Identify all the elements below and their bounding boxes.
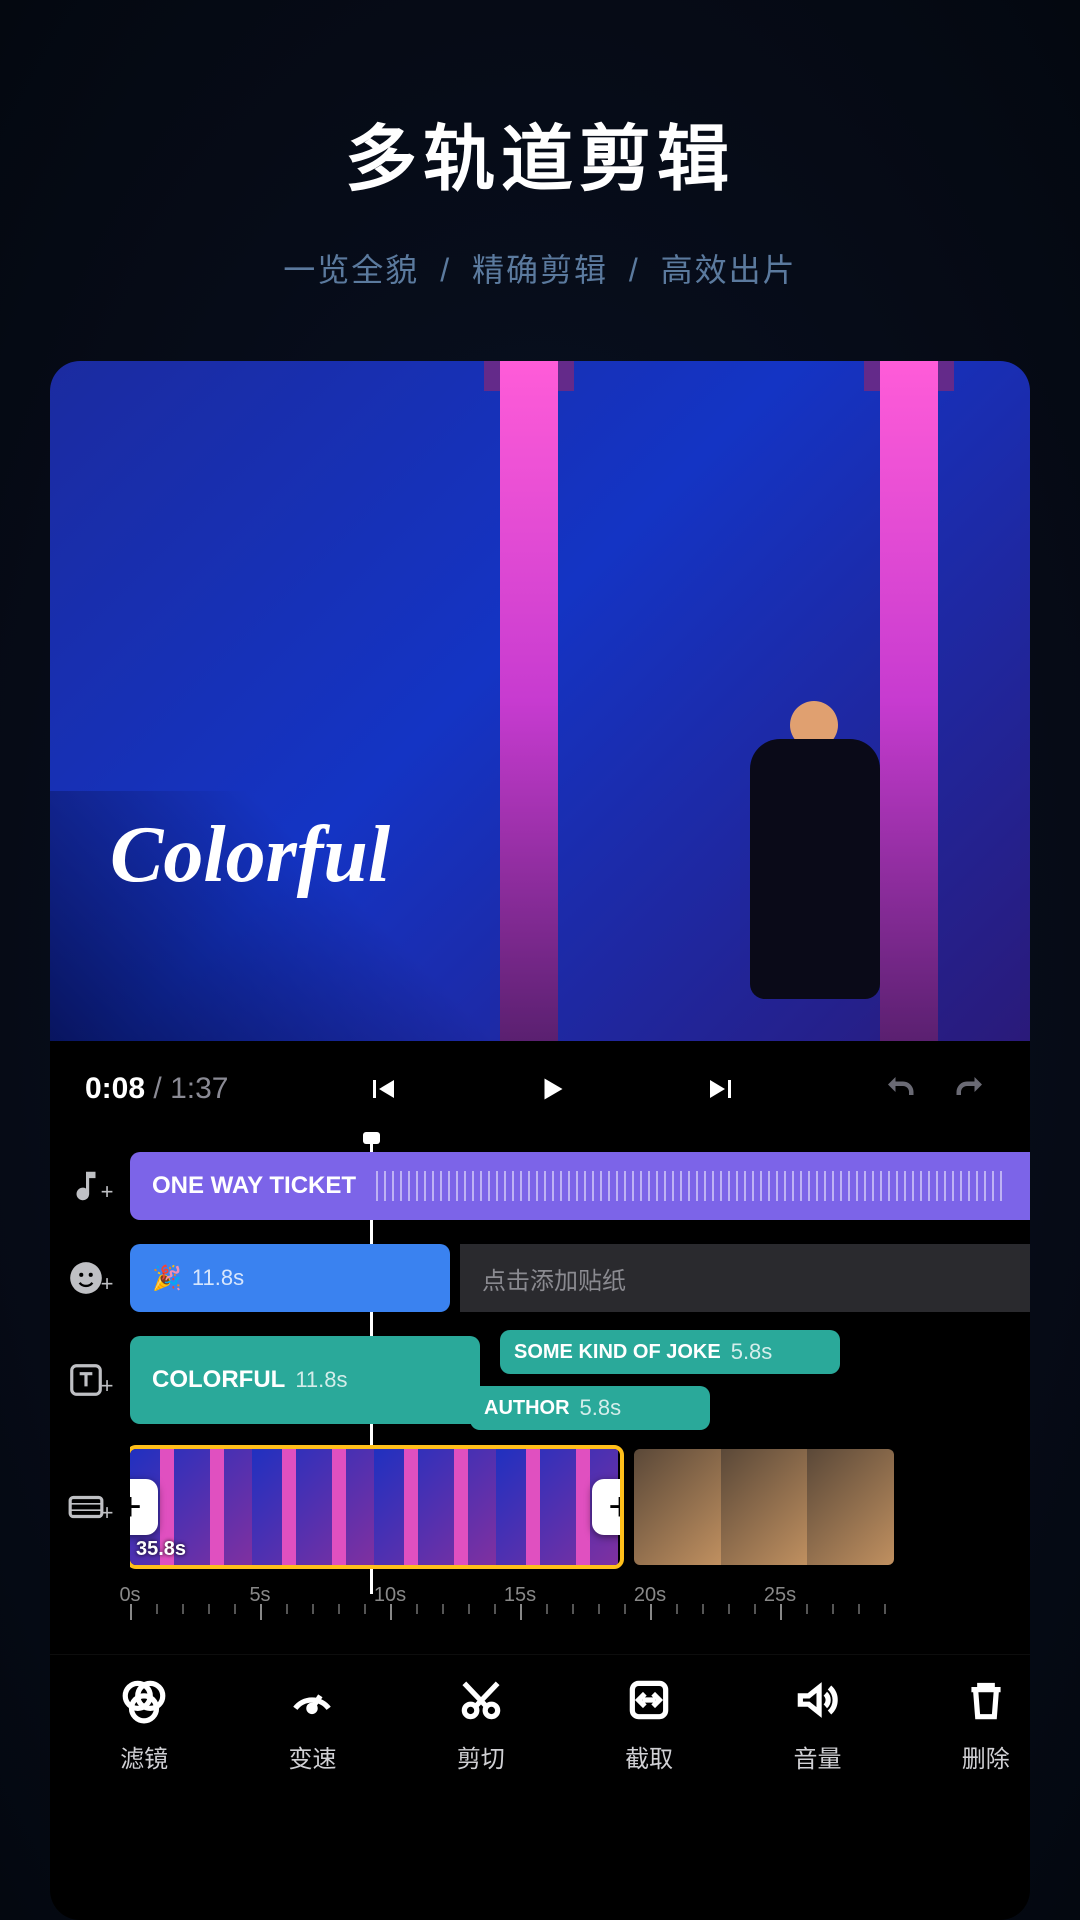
ruler-label: 0s <box>119 1584 140 1607</box>
bottom-toolbar: 滤镜 变速 剪切 截取 音量 删除 <box>50 1654 1030 1804</box>
video-clip-2[interactable] <box>634 1449 894 1565</box>
text-duration: 11.8s <box>295 1367 347 1393</box>
next-button[interactable] <box>697 1064 747 1114</box>
volume-icon <box>792 1675 842 1725</box>
hero-sub-3: 高效出片 <box>661 252 797 288</box>
text-track: + COLORFUL 11.8s SOME KIND OF JOKE 5.8s … <box>50 1330 1030 1430</box>
sticker-clip[interactable]: 🎉 11.8s <box>130 1244 450 1312</box>
music-clip[interactable]: ONE WAY TICKET <box>130 1152 1030 1220</box>
preview-text-overlay: Colorful <box>110 810 390 901</box>
filter-tool[interactable]: 滤镜 <box>84 1675 204 1774</box>
add-sticker-button[interactable]: + <box>50 1259 130 1297</box>
editor-app: Colorful 0:08 / 1:37 <box>50 361 1030 1920</box>
text-duration: 5.8s <box>580 1395 622 1421</box>
timeline[interactable]: + ONE WAY TICKET + 🎉 11.8s <box>50 1136 1030 1654</box>
hero-subtitle: 一览全貌 / 精确剪辑 / 高效出片 <box>40 245 1040 291</box>
filter-icon <box>119 1675 169 1725</box>
add-text-button[interactable]: + <box>50 1361 130 1399</box>
crop-icon <box>624 1675 674 1725</box>
redo-button[interactable] <box>945 1064 995 1114</box>
tool-label: 滤镜 <box>120 1739 168 1774</box>
hero-sub-2: 精确剪辑 <box>472 252 608 288</box>
tool-label: 剪切 <box>457 1739 505 1774</box>
video-clip-1[interactable]: 35.8s + + <box>130 1449 620 1565</box>
music-clip-label: ONE WAY TICKET <box>152 1172 356 1200</box>
ruler-label: 25s <box>764 1584 796 1607</box>
sticker-emoji: 🎉 <box>152 1264 182 1293</box>
hero: 多轨道剪辑 一览全貌 / 精确剪辑 / 高效出片 <box>0 0 1080 321</box>
trash-icon <box>961 1675 1011 1725</box>
tool-label: 删除 <box>962 1739 1010 1774</box>
tool-label: 音量 <box>793 1739 841 1774</box>
sticker-placeholder-text: 点击添加贴纸 <box>482 1261 626 1296</box>
crop-tool[interactable]: 截取 <box>589 1675 709 1774</box>
sticker-placeholder[interactable]: 点击添加贴纸 <box>460 1244 1030 1312</box>
preview-canvas[interactable]: Colorful <box>50 361 1030 1041</box>
video-track: + 35.8s + + <box>50 1442 1030 1572</box>
volume-tool[interactable]: 音量 <box>757 1675 877 1774</box>
hero-sub-1: 一览全貌 <box>283 252 419 288</box>
undo-button[interactable] <box>875 1064 925 1114</box>
text-label: SOME KIND OF JOKE <box>514 1341 721 1364</box>
ruler-label: 5s <box>249 1584 270 1607</box>
time-ruler[interactable]: 0s 5s 10s 15s 20s 25s <box>50 1584 1030 1634</box>
hero-sep: / <box>440 252 451 288</box>
clip-duration: 35.8s <box>136 1538 186 1561</box>
play-button[interactable] <box>527 1064 577 1114</box>
text-clip-author[interactable]: AUTHOR 5.8s <box>470 1386 710 1430</box>
delete-tool[interactable]: 删除 <box>926 1675 1030 1774</box>
hero-title: 多轨道剪辑 <box>40 100 1040 205</box>
scissors-icon <box>456 1675 506 1725</box>
text-label: COLORFUL <box>152 1366 285 1394</box>
text-label: AUTHOR <box>484 1397 570 1420</box>
music-track: + ONE WAY TICKET <box>50 1146 1030 1226</box>
prev-button[interactable] <box>357 1064 407 1114</box>
time-display: 0:08 / 1:37 <box>85 1072 228 1106</box>
sticker-track: + 🎉 11.8s 点击添加贴纸 <box>50 1238 1030 1318</box>
ruler-label: 15s <box>504 1584 536 1607</box>
current-time: 0:08 <box>85 1072 145 1105</box>
total-duration: 1:37 <box>170 1072 228 1105</box>
transport-bar: 0:08 / 1:37 <box>50 1041 1030 1136</box>
add-music-button[interactable]: + <box>50 1167 130 1205</box>
hero-sep: / <box>629 252 640 288</box>
add-video-button[interactable]: + <box>50 1488 130 1526</box>
cut-tool[interactable]: 剪切 <box>421 1675 541 1774</box>
add-clip-after-button[interactable]: + <box>592 1479 620 1535</box>
speed-tool[interactable]: 变速 <box>252 1675 372 1774</box>
tool-label: 截取 <box>625 1739 673 1774</box>
ruler-label: 20s <box>634 1584 666 1607</box>
tool-label: 变速 <box>288 1739 336 1774</box>
text-clip-colorful[interactable]: COLORFUL 11.8s <box>130 1336 480 1424</box>
ruler-label: 10s <box>374 1584 406 1607</box>
sticker-duration: 11.8s <box>192 1265 244 1291</box>
text-clip-joke[interactable]: SOME KIND OF JOKE 5.8s <box>500 1330 840 1374</box>
speed-icon <box>287 1675 337 1725</box>
text-duration: 5.8s <box>731 1339 773 1365</box>
add-clip-before-button[interactable]: + <box>130 1479 158 1535</box>
